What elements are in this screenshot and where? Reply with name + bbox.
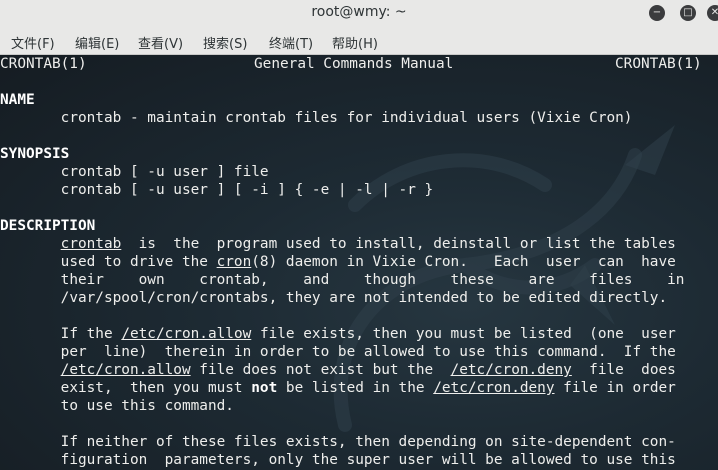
description-line: to use this command.: [0, 397, 718, 415]
menu-bar: 文件(F) 编辑(E) 查看(V) 搜索(S) 终端(T) 帮助(H): [0, 27, 718, 55]
maximize-button[interactable]: □: [680, 5, 696, 21]
menu-terminal[interactable]: 终端(T): [269, 33, 313, 52]
description-line: used to drive the cron(8) daemon in Vixi…: [0, 253, 718, 271]
description-line: /etc/cron.allow file does not exist but …: [0, 361, 718, 379]
synopsis-line: crontab [ -u user ] file: [0, 163, 718, 181]
minimize-icon: −: [652, 7, 662, 18]
close-icon: ✕: [710, 7, 718, 18]
name-text: crontab - maintain crontab files for ind…: [0, 109, 718, 127]
window-title: root@wmy: ~: [311, 4, 407, 20]
maximize-icon: □: [683, 7, 693, 18]
description-line: figuration parameters, only the super us…: [0, 451, 718, 469]
header-right: CRONTAB(1): [615, 56, 702, 72]
terminal-window: root@wmy: ~ − □ ✕ 文件(F) 编辑(E) 查看(V) 搜索(S…: [0, 0, 718, 470]
description-line: crontab is the program used to install, …: [0, 235, 718, 253]
text-span: their own crontab, and though these are …: [60, 272, 685, 288]
menu-edit[interactable]: 编辑(E): [75, 33, 119, 52]
text-span: file exists, then you must be listed (on…: [251, 326, 676, 342]
cron-allow-link: /etc/cron.allow: [121, 326, 252, 342]
header-center: General Commands Manual: [254, 56, 454, 72]
cron-link: cron: [216, 254, 252, 270]
cron-deny-link: /etc/cron.deny: [433, 380, 555, 396]
header-left: CRONTAB(1): [0, 56, 87, 72]
title-bar[interactable]: root@wmy: ~ − □ ✕: [0, 0, 718, 27]
close-button[interactable]: ✕: [707, 5, 718, 21]
text-span: If neither of these files exists, then d…: [60, 434, 676, 450]
menu-file[interactable]: 文件(F): [11, 33, 55, 52]
text-span: to use this command.: [60, 398, 234, 414]
description-line: per line) therein in order to be allowed…: [0, 343, 718, 361]
text-span: figuration parameters, only the super us…: [60, 452, 676, 468]
section-name-heading: NAME: [0, 92, 35, 108]
cron-deny-link: /etc/cron.deny: [450, 362, 572, 378]
text-span: /var/spool/cron/crontabs, they are not i…: [60, 290, 668, 306]
bold-not: not: [251, 380, 278, 396]
synopsis-text: crontab [ -u user ] [ -i ] { -e | -l | -…: [60, 182, 434, 198]
synopsis-line: crontab [ -u user ] [ -i ] { -e | -l | -…: [0, 181, 718, 199]
text-span: be listed in the: [277, 380, 434, 396]
section-description-heading: DESCRIPTION: [0, 218, 96, 234]
man-header: CRONTAB(1) General Commands Manual CRONTAB…: [0, 55, 718, 73]
synopsis-text: crontab [ -u user ] file: [60, 164, 269, 180]
menu-help[interactable]: 帮助(H): [332, 33, 378, 52]
description-line: If the /etc/cron.allow file exists, then…: [0, 325, 718, 343]
text-span: file in order: [554, 380, 676, 396]
description-line: If neither of these files exists, then d…: [0, 433, 718, 451]
menu-search[interactable]: 搜索(S): [203, 33, 247, 52]
description-line: /var/spool/cron/crontabs, they are not i…: [0, 289, 718, 307]
crontab-link: crontab: [60, 236, 122, 252]
menu-view[interactable]: 查看(V): [138, 33, 183, 52]
text-span: used to drive the: [60, 254, 217, 270]
cron-allow-link: /etc/cron.allow: [60, 362, 191, 378]
text-span: file does not exist but the: [190, 362, 451, 378]
text-span: file does: [571, 362, 676, 378]
description-line: their own crontab, and though these are …: [0, 271, 718, 289]
description-line: exist, then you must not be listed in th…: [0, 379, 718, 397]
name-description: crontab - maintain crontab files for ind…: [60, 110, 633, 126]
text-span: is the program used to install, deinstal…: [121, 236, 676, 252]
minimize-button[interactable]: −: [649, 5, 665, 21]
section-synopsis-heading: SYNOPSIS: [0, 146, 70, 162]
text-span: exist, then you must: [60, 380, 252, 396]
terminal-content[interactable]: CRONTAB(1) General Commands Manual CRONTAB…: [0, 55, 718, 470]
text-span: per line) therein in order to be allowed…: [60, 344, 676, 360]
text-span: (8) daemon in Vixie Cron. Each user can …: [251, 254, 676, 270]
text-span: If the: [60, 326, 122, 342]
